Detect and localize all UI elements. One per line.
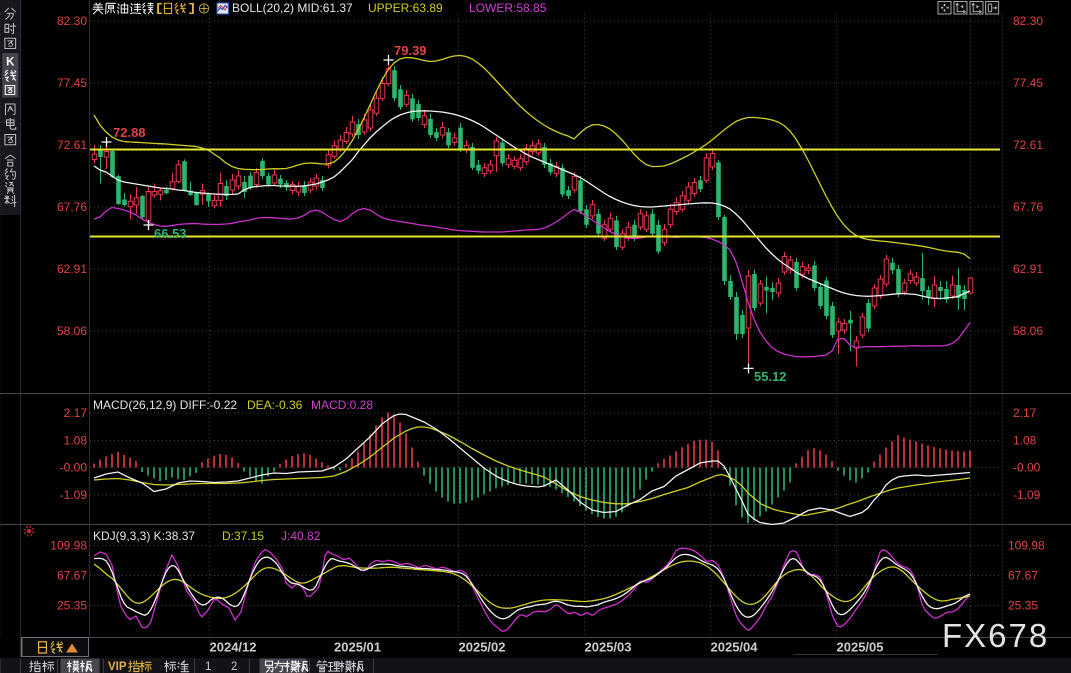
- svg-text:-1.09: -1.09: [1013, 488, 1041, 502]
- svg-text:MACD:0.28: MACD:0.28: [311, 398, 373, 412]
- svg-text:58.06: 58.06: [1013, 324, 1043, 338]
- svg-text:58.06: 58.06: [57, 324, 87, 338]
- svg-text:VIP: VIP: [108, 661, 127, 673]
- svg-text:2025/05: 2025/05: [837, 640, 884, 655]
- svg-text:2025/04: 2025/04: [711, 640, 759, 655]
- svg-text:2: 2: [231, 661, 237, 673]
- svg-text:2.17: 2.17: [1013, 406, 1037, 420]
- svg-text:-0.00: -0.00: [60, 461, 88, 475]
- svg-text:BOLL(20,2) MID:61.37: BOLL(20,2) MID:61.37: [232, 1, 353, 15]
- svg-text:67.67: 67.67: [1008, 569, 1038, 583]
- svg-text:67.76: 67.76: [1013, 200, 1043, 214]
- svg-text:KDJ(9,3,3) K:38.37: KDJ(9,3,3) K:38.37: [93, 529, 195, 543]
- svg-text:DEA:-0.36: DEA:-0.36: [247, 398, 303, 412]
- svg-text:2.17: 2.17: [64, 406, 88, 420]
- svg-text:2025/02: 2025/02: [459, 640, 506, 655]
- svg-text:67.67: 67.67: [57, 569, 87, 583]
- svg-text:72.88: 72.88: [113, 125, 146, 140]
- svg-text:-0.00: -0.00: [1013, 461, 1041, 475]
- svg-text:25.35: 25.35: [57, 599, 87, 613]
- svg-text:2024/12: 2024/12: [210, 640, 257, 655]
- svg-text:J:40.82: J:40.82: [281, 529, 321, 543]
- svg-text:MACD(26,12,9) DIFF:-0.22: MACD(26,12,9) DIFF:-0.22: [93, 398, 237, 412]
- svg-text:109.98: 109.98: [1008, 539, 1045, 553]
- svg-text:UPPER:63.89: UPPER:63.89: [368, 1, 443, 15]
- svg-text:1.08: 1.08: [64, 434, 88, 448]
- svg-text:72.61: 72.61: [1013, 138, 1043, 152]
- svg-text:67.76: 67.76: [57, 200, 87, 214]
- svg-text:D:37.15: D:37.15: [222, 529, 264, 543]
- svg-text:82.30: 82.30: [57, 14, 87, 28]
- svg-text:FX678: FX678: [942, 617, 1049, 654]
- svg-text:LOWER:58.85: LOWER:58.85: [469, 1, 547, 15]
- svg-text:2025/03: 2025/03: [585, 640, 632, 655]
- svg-text:77.45: 77.45: [1013, 76, 1043, 90]
- svg-text:62.91: 62.91: [1013, 262, 1043, 276]
- svg-text:62.91: 62.91: [57, 262, 87, 276]
- svg-text:109.98: 109.98: [50, 539, 87, 553]
- svg-text:55.12: 55.12: [754, 369, 787, 384]
- svg-text:72.61: 72.61: [57, 138, 87, 152]
- svg-text:-1.09: -1.09: [60, 488, 88, 502]
- svg-text:K: K: [6, 57, 15, 69]
- svg-text:77.45: 77.45: [57, 76, 87, 90]
- svg-text:2025/01: 2025/01: [334, 640, 381, 655]
- svg-text:1.08: 1.08: [1013, 434, 1037, 448]
- svg-text:66.53: 66.53: [154, 226, 187, 241]
- svg-text:82.30: 82.30: [1013, 14, 1043, 28]
- svg-text:25.35: 25.35: [1008, 599, 1038, 613]
- svg-text:1: 1: [205, 661, 211, 673]
- svg-text:79.39: 79.39: [394, 43, 427, 58]
